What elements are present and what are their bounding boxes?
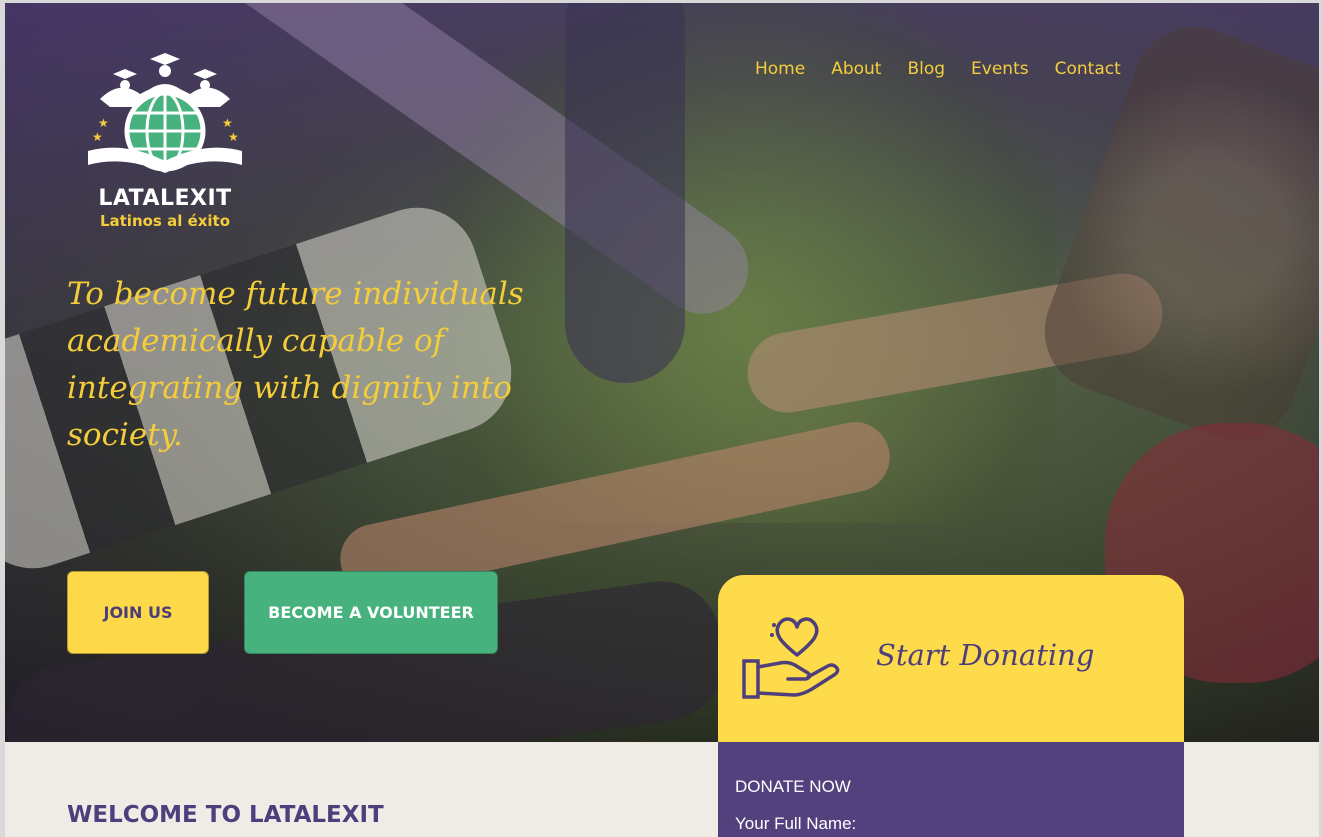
svg-text:★: ★ xyxy=(222,116,233,130)
page-frame: ★ ★ ★ ★ LATALEXIT Latinos al éxito Home … xyxy=(5,3,1319,837)
donate-form: DONATE NOW Your Full Name: xyxy=(718,742,1184,837)
main-nav: Home About Blog Events Contact xyxy=(755,59,1147,79)
logo-title: LATALEXIT xyxy=(98,186,232,211)
nav-blog[interactable]: Blog xyxy=(907,59,945,79)
nav-home[interactable]: Home xyxy=(755,59,805,79)
logo-subtitle: Latinos al éxito xyxy=(99,212,231,230)
welcome-heading: WELCOME TO LATALEXIT xyxy=(67,802,384,828)
nav-events[interactable]: Events xyxy=(971,59,1029,79)
donate-card-title: Start Donating xyxy=(876,638,1095,672)
become-volunteer-button[interactable]: BECOME A VOLUNTEER xyxy=(244,571,498,654)
site-logo[interactable]: ★ ★ ★ ★ LATALEXIT Latinos al éxito xyxy=(80,49,250,234)
svg-text:★: ★ xyxy=(228,130,239,144)
join-us-button[interactable]: JOIN US xyxy=(67,571,209,654)
nav-contact[interactable]: Contact xyxy=(1055,59,1121,79)
logo-globe-icon: ★ ★ ★ ★ xyxy=(88,53,242,173)
nav-about[interactable]: About xyxy=(831,59,881,79)
svg-text:★: ★ xyxy=(98,116,109,130)
hero-tagline: To become future individuals academicall… xyxy=(67,276,524,453)
heart-hand-icon xyxy=(742,617,840,699)
donate-card-header[interactable]: Start Donating xyxy=(718,575,1184,742)
hero-photo-arm xyxy=(565,3,685,383)
svg-text:★: ★ xyxy=(92,130,103,144)
donate-now-heading: DONATE NOW xyxy=(735,777,851,796)
full-name-label: Your Full Name: xyxy=(735,814,857,833)
